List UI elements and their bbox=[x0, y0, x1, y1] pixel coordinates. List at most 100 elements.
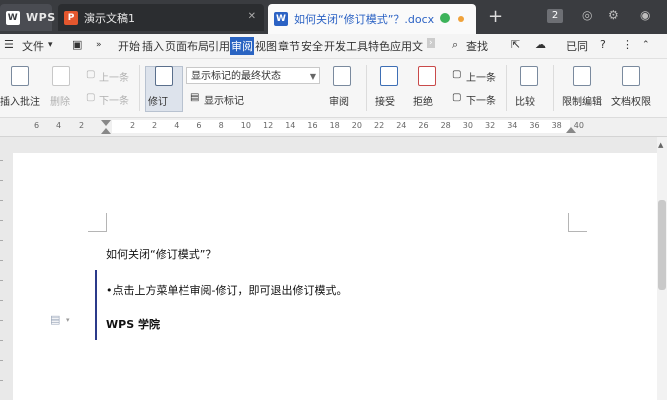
insert-comment-button[interactable]: 插入批注 bbox=[0, 93, 40, 108]
share-icon[interactable]: ⇱ bbox=[511, 38, 520, 51]
menu-special[interactable]: 特色应用 bbox=[368, 38, 412, 54]
document-page[interactable] bbox=[13, 153, 657, 400]
reject-button[interactable]: 拒绝 bbox=[413, 93, 433, 108]
new-tab-button[interactable]: + bbox=[488, 6, 503, 27]
track-changes-icon-active bbox=[155, 66, 173, 86]
vertical-ruler-tick bbox=[0, 160, 3, 161]
vertical-ruler-tick bbox=[0, 180, 3, 181]
tab-wps-label: WPS bbox=[26, 11, 56, 24]
display-mode-select[interactable]: 显示标记的最终状态 ▼ bbox=[186, 67, 320, 84]
ruler-tick-label: 10 bbox=[240, 121, 251, 130]
sync-status-icon bbox=[440, 13, 450, 23]
scrollbar-thumb[interactable] bbox=[658, 200, 666, 290]
accept-icon bbox=[380, 66, 398, 86]
menu-security[interactable]: 安全 bbox=[301, 38, 323, 54]
tab-close-icon[interactable]: ✕ bbox=[248, 11, 256, 22]
ruler-tick-label: 20 bbox=[351, 121, 362, 130]
show-markup-button[interactable]: 显示标记 bbox=[204, 92, 244, 107]
ruler-tick-label: 36 bbox=[529, 121, 540, 130]
help-icon[interactable]: ? bbox=[600, 38, 606, 51]
hanging-indent-marker[interactable] bbox=[101, 128, 111, 134]
menu-developer[interactable]: 开发工具 bbox=[324, 38, 368, 54]
tab-wps-home[interactable]: W WPS bbox=[0, 4, 55, 31]
ruler-tick-label: 6 bbox=[196, 121, 202, 130]
vertical-ruler-tick bbox=[0, 220, 3, 221]
ruler-tick-label: 22 bbox=[374, 121, 385, 130]
collapse-ribbon-icon[interactable]: ⌃ bbox=[642, 40, 650, 50]
accept-button[interactable]: 接受 bbox=[375, 93, 395, 108]
user-avatar-icon[interactable]: ◉ bbox=[640, 8, 650, 22]
cloud-icon[interactable]: ☁ bbox=[535, 38, 546, 51]
ruler-tick-label: 2 bbox=[79, 121, 85, 130]
next-comment-button[interactable]: 下一条 bbox=[99, 92, 129, 107]
menu-review[interactable]: 审阅 bbox=[230, 37, 254, 55]
ruler-tick-label: 16 bbox=[307, 121, 318, 130]
menu-bar: ☰ 文件 ▾ ▣ » 开始 插入 页面布局 引用 审阅 视图 章节 安全 开发工… bbox=[0, 34, 667, 59]
tab-presentation[interactable]: P 演示文稿1 ✕ bbox=[58, 4, 264, 31]
menu-file[interactable]: 文件 bbox=[22, 38, 44, 54]
paragraph-menu-icon[interactable]: ▤ bbox=[50, 313, 60, 326]
doc-rights-icon bbox=[622, 66, 640, 86]
ruler-tick-label: 14 bbox=[285, 121, 296, 130]
hamburger-icon[interactable]: ☰ bbox=[4, 38, 14, 51]
doc-rights-button[interactable]: 文档权限 bbox=[611, 93, 651, 108]
doc-line-signature[interactable]: WPS 学院 bbox=[106, 316, 160, 332]
chevron-down-icon: ▼ bbox=[309, 72, 316, 81]
ribbon-divider bbox=[506, 65, 507, 111]
delete-comment-button[interactable]: 删除 bbox=[50, 93, 70, 108]
tab-bar: W WPS P 演示文稿1 ✕ W 如何关闭“修订模式”？.docx + 2 ◎… bbox=[0, 0, 667, 34]
ruler-tick-label: 8 bbox=[218, 121, 224, 130]
ruler-tick-label: 26 bbox=[418, 121, 429, 130]
more-icon[interactable]: » bbox=[96, 40, 102, 50]
track-changes-label[interactable]: 修订 bbox=[148, 93, 168, 108]
doc-line-instruction[interactable]: •点击上方菜单栏审阅-修订，即可退出修订模式。 bbox=[106, 282, 347, 298]
vertical-ruler-tick bbox=[0, 240, 3, 241]
word-file-icon: W bbox=[274, 12, 288, 26]
scroll-up-icon[interactable]: ▲ bbox=[658, 141, 663, 149]
margin-corner-tr bbox=[568, 213, 587, 232]
menu-scroll-right[interactable]: › bbox=[427, 38, 435, 48]
vertical-ruler-tick bbox=[0, 300, 3, 301]
restrict-edit-button[interactable]: 限制编辑 bbox=[562, 93, 602, 108]
ruler-tick-label: 28 bbox=[440, 121, 451, 130]
prev-comment-icon: ▢ bbox=[86, 69, 96, 80]
next-comment-icon: ▢ bbox=[86, 92, 96, 103]
prev-comment-button[interactable]: 上一条 bbox=[99, 69, 129, 84]
prev-change-button[interactable]: 上一条 bbox=[466, 69, 496, 84]
left-scroll-marks bbox=[0, 160, 4, 400]
settings-icon[interactable]: ⚙ bbox=[608, 8, 619, 22]
review-pane-button[interactable]: 审阅 bbox=[329, 93, 349, 108]
doc-line-title[interactable]: 如何关闭“修订模式”？ bbox=[106, 246, 216, 262]
menu-page-layout[interactable]: 页面布局 bbox=[165, 38, 209, 54]
search-button[interactable]: 查找 bbox=[466, 38, 488, 54]
ribbon-divider bbox=[553, 65, 554, 111]
vertical-ruler-tick bbox=[0, 320, 3, 321]
review-ribbon: 插入批注 删除 ▢ 上一条 ▢ 下一条 修订 显示标记的最终状态 ▼ ▤ 显示标… bbox=[0, 59, 667, 118]
sync-label[interactable]: 已同 bbox=[566, 38, 588, 54]
chevron-down-icon[interactable]: ▾ bbox=[66, 316, 70, 324]
unsaved-dot-icon bbox=[458, 16, 464, 22]
menu-home[interactable]: 开始 bbox=[118, 38, 140, 54]
chevron-down-icon[interactable]: ▾ bbox=[48, 40, 53, 50]
more-options-icon[interactable]: ⋮ bbox=[622, 38, 633, 51]
save-icon[interactable]: ▣ bbox=[72, 38, 82, 51]
menu-insert[interactable]: 插入 bbox=[142, 38, 164, 54]
vertical-ruler-tick bbox=[0, 260, 3, 261]
compare-button[interactable]: 比较 bbox=[515, 93, 535, 108]
window-count-badge[interactable]: 2 bbox=[547, 9, 563, 23]
menu-section[interactable]: 章节 bbox=[278, 38, 300, 54]
right-indent-marker[interactable] bbox=[566, 127, 576, 133]
insert-comment-icon bbox=[11, 66, 29, 86]
presentation-file-icon: P bbox=[64, 10, 78, 25]
skin-icon[interactable]: ◎ bbox=[582, 8, 592, 22]
search-icon[interactable]: ⌕ bbox=[452, 38, 458, 52]
ribbon-divider bbox=[139, 65, 140, 111]
menu-view[interactable]: 视图 bbox=[255, 38, 277, 54]
ruler-tick-label: 2 bbox=[152, 121, 158, 130]
reject-icon bbox=[418, 66, 436, 86]
first-indent-marker[interactable] bbox=[101, 120, 111, 126]
tab-document[interactable]: W 如何关闭“修订模式”？.docx bbox=[268, 4, 476, 34]
next-change-button[interactable]: 下一条 bbox=[466, 92, 496, 107]
menu-references[interactable]: 引用 bbox=[208, 38, 230, 54]
menu-more[interactable]: 文 bbox=[412, 38, 423, 54]
